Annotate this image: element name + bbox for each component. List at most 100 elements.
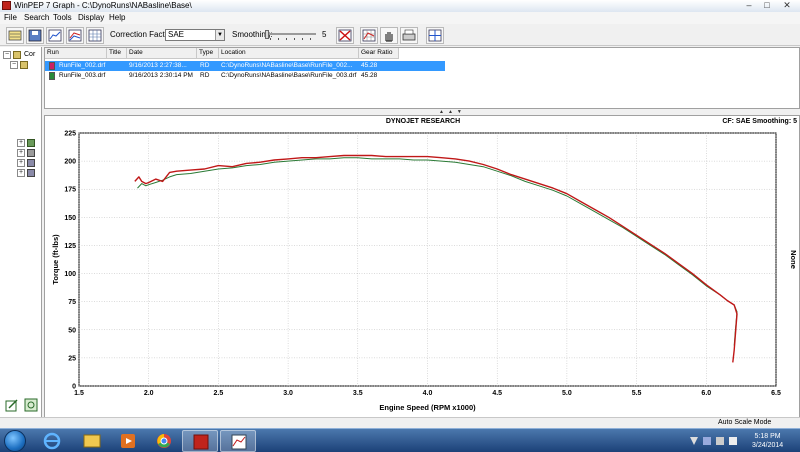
- table-row[interactable]: RunFile_003.drf 9/16/2013 2:30:14 PM RD …: [45, 71, 445, 81]
- show-hidden-icons[interactable]: [690, 437, 698, 445]
- correction-factor-value: SAE: [168, 30, 185, 39]
- cell-run: RunFile_003.drf: [59, 72, 106, 79]
- tree-expand-node[interactable]: +: [17, 159, 25, 167]
- no-smooth-icon: [338, 29, 352, 42]
- settings-icon: [27, 149, 35, 157]
- minimize-button[interactable]: –: [742, 0, 756, 11]
- cell-location: C:\DynoRuns\NABasline\Base\RunFile_003.d…: [221, 72, 357, 79]
- winpep-icon: [193, 434, 209, 450]
- clock[interactable]: 5:18 PM 3/24/2014: [752, 432, 783, 450]
- col-header-location[interactable]: Location: [219, 48, 359, 59]
- menu-help[interactable]: Help: [109, 13, 125, 22]
- open-icon: [8, 30, 22, 41]
- x-axis-label: Engine Speed (RPM x1000): [379, 403, 476, 412]
- correction-factor-select[interactable]: SAE ▼: [165, 29, 225, 41]
- x-tick-label: 4.5: [492, 390, 502, 397]
- app-icon: [2, 1, 11, 10]
- col-header-date[interactable]: Date: [127, 48, 197, 59]
- col-header-run[interactable]: Run: [45, 48, 107, 59]
- taskbar-explorer[interactable]: [74, 430, 110, 452]
- taskbar-media[interactable]: [110, 430, 146, 452]
- smoothing-value: 5: [322, 30, 327, 39]
- chart-header-settings: CF: SAE Smoothing: 5: [722, 118, 797, 125]
- cell-date: 9/16/2013 2:27:38...: [129, 62, 187, 69]
- series-color-swatch: [49, 72, 55, 80]
- start-button[interactable]: [4, 430, 26, 452]
- graph-panel: DYNOJET RESEARCH CF: SAE Smoothing: 5 1.5 2…: [44, 115, 800, 428]
- y-tick-label: 225: [64, 131, 76, 138]
- graph-button[interactable]: [46, 27, 64, 44]
- maximize-button[interactable]: □: [760, 0, 774, 11]
- status-bar: Auto Scale Mode: [0, 417, 800, 428]
- graph-window-icon: [231, 434, 247, 450]
- clock-time: 5:18 PM: [754, 433, 781, 440]
- smoothing-track: [266, 33, 316, 35]
- cell-gear-ratio: 45.28: [361, 62, 378, 69]
- cell-type: RD: [200, 62, 210, 69]
- title-bar[interactable]: WinPEP 7 Graph - C:\DynoRuns\NABasline\B…: [0, 0, 800, 12]
- close-button[interactable]: ✕: [780, 0, 794, 11]
- lines-icon: [68, 29, 82, 42]
- toolbar: Correction Factor: SAE ▼ Smoothing: 5: [0, 24, 800, 46]
- y-tick-label: 0: [72, 384, 76, 391]
- chevron-down-icon: ▼: [215, 30, 224, 40]
- x-tick-label: 3.5: [353, 390, 363, 397]
- settings-icon: [27, 159, 35, 167]
- menu-file[interactable]: File: [4, 13, 17, 22]
- menu-display[interactable]: Display: [78, 13, 104, 22]
- menu-search[interactable]: Search: [24, 13, 49, 22]
- hand-icon: [385, 32, 393, 42]
- taskbar-chrome[interactable]: [146, 430, 182, 452]
- y-tick-label: 175: [64, 187, 76, 194]
- chrome-icon: [157, 434, 171, 448]
- flag-icon[interactable]: [703, 437, 711, 445]
- sheet-button[interactable]: [86, 27, 104, 44]
- save-button[interactable]: [26, 27, 44, 44]
- hand-button[interactable]: [380, 27, 398, 44]
- no-smooth-button[interactable]: [336, 27, 354, 44]
- y-tick-label: 50: [68, 327, 76, 334]
- taskbar-graph[interactable]: [220, 430, 256, 452]
- tree-root-label[interactable]: Cor: [24, 51, 35, 58]
- cell-location: C:\DynoRuns\NABasline\Base\RunFile_002..…: [221, 62, 353, 69]
- chart-header-title: DYNOJET RESEARCH: [386, 118, 460, 125]
- smoothing-slider[interactable]: [265, 30, 316, 40]
- network-icon[interactable]: [716, 437, 724, 445]
- volume-icon[interactable]: [729, 437, 737, 445]
- x-tick-label: 3.0: [283, 390, 293, 397]
- lines-button[interactable]: [66, 27, 84, 44]
- save-icon: [28, 29, 42, 42]
- edit-tool-icon[interactable]: [5, 398, 19, 412]
- window-title: WinPEP 7 Graph - C:\DynoRuns\NABasline\B…: [14, 1, 192, 10]
- x-tick-label: 6.5: [771, 390, 781, 397]
- print-button[interactable]: [400, 27, 418, 44]
- menu-tools[interactable]: Tools: [53, 13, 72, 22]
- cell-gear-ratio: 45.28: [361, 72, 378, 79]
- slider-tick: [302, 38, 303, 40]
- torque-chart[interactable]: DYNOJET RESEARCH CF: SAE Smoothing: 5 1.5 2…: [45, 116, 800, 418]
- tree-collapse-node[interactable]: −: [10, 61, 18, 69]
- taskbar-winpep[interactable]: [182, 430, 218, 452]
- cursor-button[interactable]: [426, 27, 444, 44]
- slider-tick: [278, 38, 279, 40]
- print-icon: [402, 29, 416, 41]
- tree-expand-node[interactable]: +: [17, 169, 25, 177]
- x-tick-label: 2.5: [214, 390, 224, 397]
- dyno-icon: [27, 139, 35, 147]
- col-header-gear-ratio[interactable]: Gear Ratio: [359, 48, 399, 59]
- app-window: WinPEP 7 Graph - C:\DynoRuns\NABasline\B…: [0, 0, 800, 428]
- y-tick-label: 25: [68, 355, 76, 362]
- taskbar-ie[interactable]: [34, 430, 70, 452]
- media-icon: [121, 434, 135, 448]
- open-button[interactable]: [6, 27, 24, 44]
- tree-expand-node[interactable]: +: [17, 139, 25, 147]
- smoothing-thumb[interactable]: [265, 30, 269, 39]
- x-tick-label: 5.5: [632, 390, 642, 397]
- chart-button[interactable]: [360, 27, 378, 44]
- col-header-type[interactable]: Type: [197, 48, 219, 59]
- tree-collapse-node[interactable]: −: [3, 51, 11, 59]
- table-row[interactable]: RunFile_002.drf 9/16/2013 2:27:38... RD …: [45, 61, 445, 71]
- tree-expand-node[interactable]: +: [17, 149, 25, 157]
- col-header-title[interactable]: Title: [107, 48, 127, 59]
- export-tool-icon[interactable]: [24, 398, 38, 412]
